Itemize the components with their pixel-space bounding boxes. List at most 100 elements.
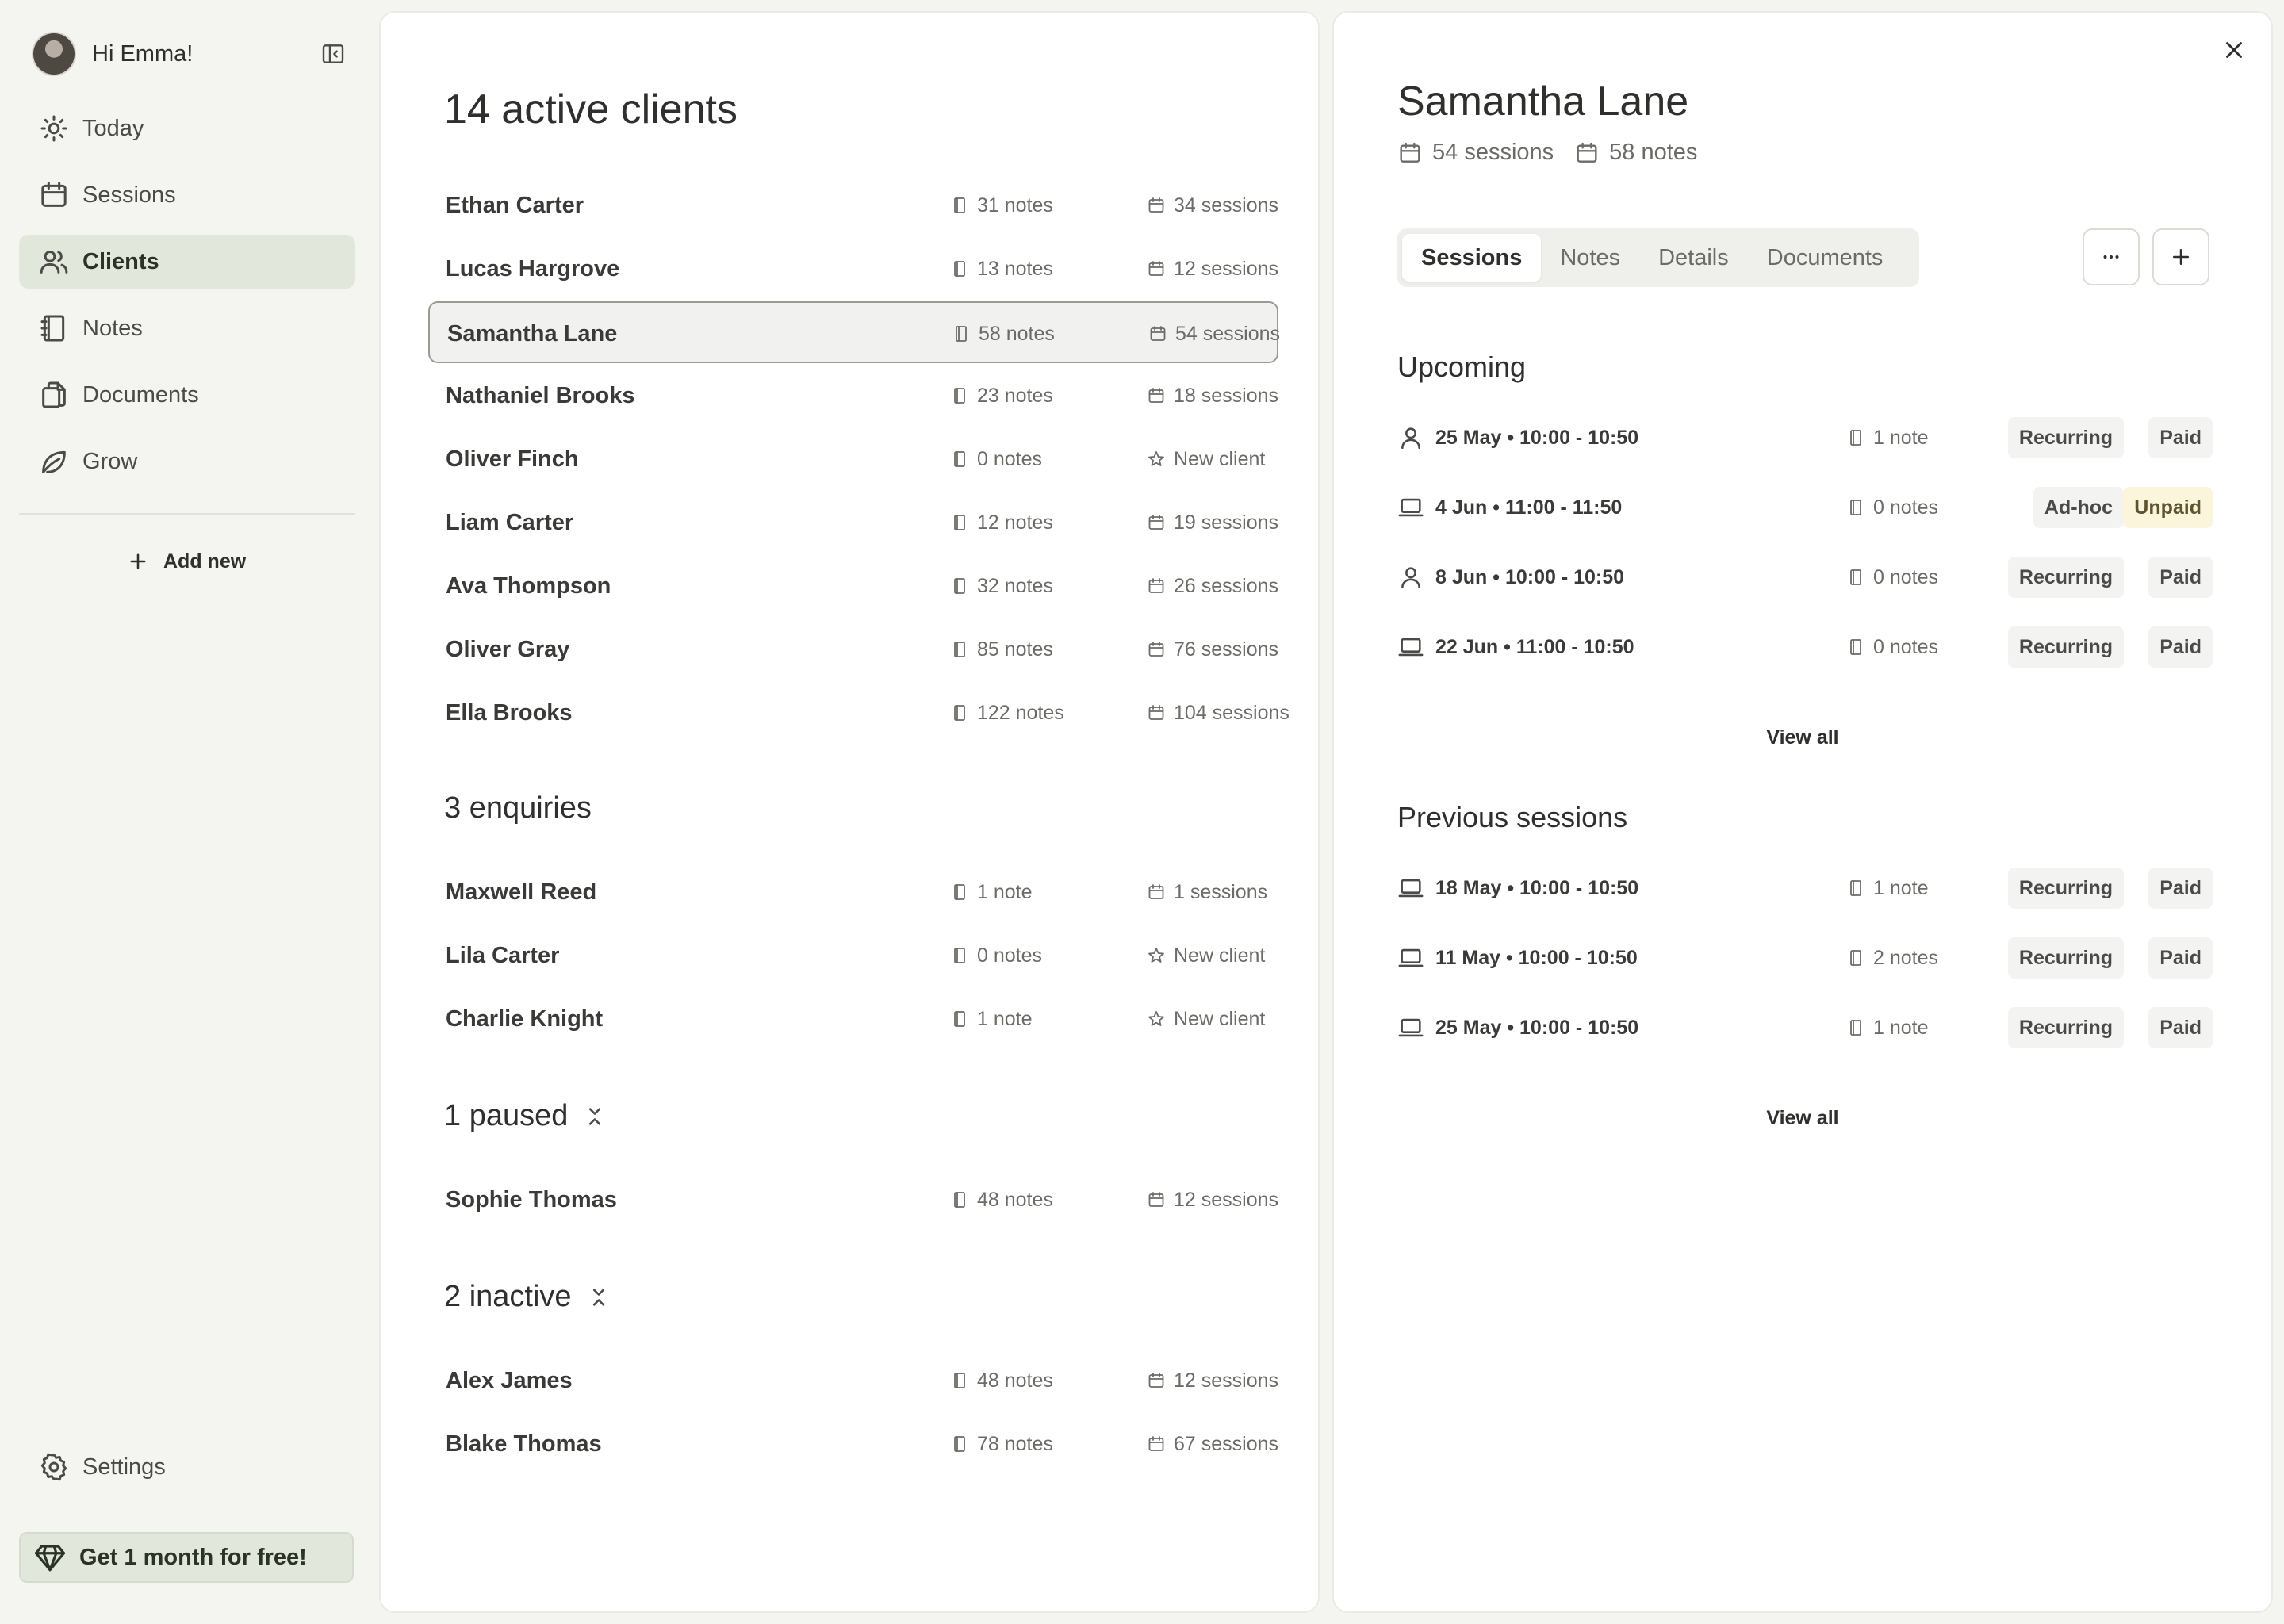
nav-item-today[interactable]: Today [19, 102, 355, 155]
session-datetime: 8 Jun • 10:00 - 10:50 [1435, 565, 1625, 588]
notebook-icon [950, 576, 977, 596]
inactive-section-header[interactable]: 2 inactive [444, 1280, 610, 1314]
more-options-button[interactable] [2083, 228, 2140, 285]
collapse-sidebar-icon[interactable] [320, 41, 346, 67]
calendar-icon [1147, 196, 1174, 215]
client-name: Oliver Finch [446, 446, 579, 472]
promo-banner[interactable]: Get 1 month for free! [19, 1532, 354, 1583]
tab-details[interactable]: Details [1639, 234, 1748, 282]
collapse-chevrons-icon[interactable] [568, 1105, 606, 1128]
notebook-icon [950, 1190, 977, 1209]
client-notes-count: 32 notes [977, 574, 1053, 597]
session-row[interactable]: 8 Jun • 10:00 - 10:50 0 notes Recurring Pai… [1397, 555, 2213, 599]
close-icon[interactable] [2221, 36, 2248, 63]
add-session-button[interactable] [2152, 228, 2209, 285]
session-when: 4 Jun • 11:00 - 11:50 [1397, 485, 1622, 530]
client-row[interactable]: Ella Brooks 122 notes 104 sessions [428, 682, 1290, 744]
client-row[interactable]: Lucas Hargrove 13 notes 12 sessions [428, 238, 1278, 300]
notebook-icon [950, 259, 977, 278]
session-notes-count: 0 notes [1873, 635, 1939, 658]
session-when: 25 May • 10:00 - 10:50 [1397, 1005, 1638, 1050]
client-row[interactable]: Alex James 48 notes 12 sessions [428, 1350, 1278, 1411]
session-type-badge: Ad-hoc [2033, 487, 2124, 528]
ellipsis-icon [2099, 245, 2123, 269]
client-notes: 122 notes [950, 682, 1064, 744]
add-new-button[interactable]: Add new [127, 546, 246, 577]
tab-sessions[interactable]: Sessions [1402, 234, 1542, 282]
nav-item-sessions[interactable]: Sessions [19, 168, 355, 222]
client-sessions-count: 1 sessions [1174, 880, 1268, 903]
notebook-icon [950, 703, 977, 722]
enquiries-title: 3 enquiries [444, 791, 592, 825]
client-sessions-count: 19 sessions [1174, 511, 1279, 534]
nav-label-sessions: Sessions [82, 182, 176, 208]
session-when: 22 Jun • 11:00 - 10:50 [1397, 625, 1634, 669]
client-row[interactable]: Charlie Knight 1 note New client [428, 988, 1278, 1050]
client-notes: 1 note [950, 988, 1033, 1050]
nav-item-documents[interactable]: Documents [19, 368, 355, 422]
settings-button[interactable]: Settings [38, 1451, 166, 1483]
session-row[interactable]: 18 May • 10:00 - 10:50 1 note Recurring Pai… [1397, 866, 2213, 910]
session-row[interactable]: 25 May • 10:00 - 10:50 1 note Recurring Pai… [1397, 416, 2213, 460]
client-row[interactable]: Lila Carter 0 notes New client [428, 925, 1278, 986]
session-row[interactable]: 22 Jun • 11:00 - 10:50 0 notes Recurring Pa… [1397, 625, 2213, 669]
session-type-badge: Recurring [2007, 1007, 2124, 1048]
client-name: Liam Carter [446, 510, 574, 535]
collapse-chevrons-icon[interactable] [572, 1286, 610, 1308]
client-row[interactable]: Ava Thompson 32 notes 26 sessions [428, 555, 1278, 617]
client-row[interactable]: Maxwell Reed 1 note 1 sessions [428, 861, 1278, 923]
settings-label: Settings [82, 1454, 166, 1480]
notebook-icon [950, 946, 977, 965]
client-notes-count: 122 notes [977, 701, 1064, 724]
notebook-icon [1846, 498, 1873, 517]
documents-icon [38, 379, 70, 411]
nav-item-clients[interactable]: Clients [19, 235, 355, 289]
calendar-icon [1147, 703, 1174, 722]
notebook-icon [950, 1434, 977, 1454]
notebook-icon [950, 513, 977, 532]
calendar-icon [1147, 640, 1174, 659]
session-row[interactable]: 11 May • 10:00 - 10:50 2 notes Recurring Pa… [1397, 936, 2213, 980]
view-all-upcoming-link[interactable]: View all [1334, 726, 2271, 749]
client-row[interactable]: Liam Carter 12 notes 19 sessions [428, 492, 1278, 553]
session-notes-count: 0 notes [1873, 496, 1939, 519]
detail-tabs: Sessions Notes Details Documents [1397, 228, 1919, 287]
person-icon [1397, 564, 1435, 591]
session-notes: 1 note [1846, 866, 1929, 910]
leaf-icon [38, 446, 70, 477]
client-row[interactable]: Sophie Thomas 48 notes 12 sessions [428, 1169, 1278, 1231]
nav-item-grow[interactable]: Grow [19, 435, 355, 488]
notebook-icon [950, 450, 977, 469]
client-row[interactable]: Samantha Lane 58 notes 54 sessions [428, 301, 1280, 363]
session-row[interactable]: 25 May • 10:00 - 10:50 1 note Recurring Pai… [1397, 1005, 2213, 1050]
client-notes-count: 1 note [977, 880, 1033, 903]
nav-label-notes: Notes [82, 315, 143, 341]
notebook-icon [38, 312, 70, 344]
client-row[interactable]: Oliver Finch 0 notes New client [428, 428, 1278, 490]
tab-notes[interactable]: Notes [1541, 234, 1639, 282]
client-row[interactable]: Blake Thomas 78 notes 67 sessions [428, 1413, 1278, 1475]
client-notes-count: 58 notes [979, 322, 1055, 345]
nav-item-notes[interactable]: Notes [19, 301, 355, 355]
notebook-icon [950, 1009, 977, 1028]
avatar[interactable] [32, 32, 76, 76]
notebook-icon [1846, 879, 1873, 898]
notebook-icon [950, 883, 977, 902]
session-row[interactable]: 4 Jun • 11:00 - 11:50 0 notes Ad-hoc Unpaid [1397, 485, 2213, 530]
nav-label-clients: Clients [82, 248, 159, 274]
client-detail-panel: Samantha Lane 54 sessions 58 notes Sessi… [1332, 11, 2273, 1613]
star-icon [1147, 450, 1174, 469]
paused-section-header[interactable]: 1 paused [444, 1099, 606, 1133]
client-row[interactable]: Nathaniel Brooks 23 notes 18 sessions [428, 365, 1278, 427]
client-row[interactable]: Oliver Gray 85 notes 76 sessions [428, 619, 1278, 680]
tab-documents[interactable]: Documents [1748, 234, 1903, 282]
session-notes: 2 notes [1846, 936, 1938, 980]
client-notes-count: 0 notes [977, 944, 1043, 967]
calendar-icon [1147, 1190, 1174, 1209]
nav-label-grow: Grow [82, 448, 138, 474]
view-all-previous-link[interactable]: View all [1334, 1107, 2271, 1130]
laptop-icon [1397, 1014, 1435, 1041]
client-row[interactable]: Ethan Carter 31 notes 34 sessions [428, 174, 1278, 236]
session-notes: 0 notes [1846, 555, 1938, 599]
add-new-label: Add new [163, 550, 247, 573]
